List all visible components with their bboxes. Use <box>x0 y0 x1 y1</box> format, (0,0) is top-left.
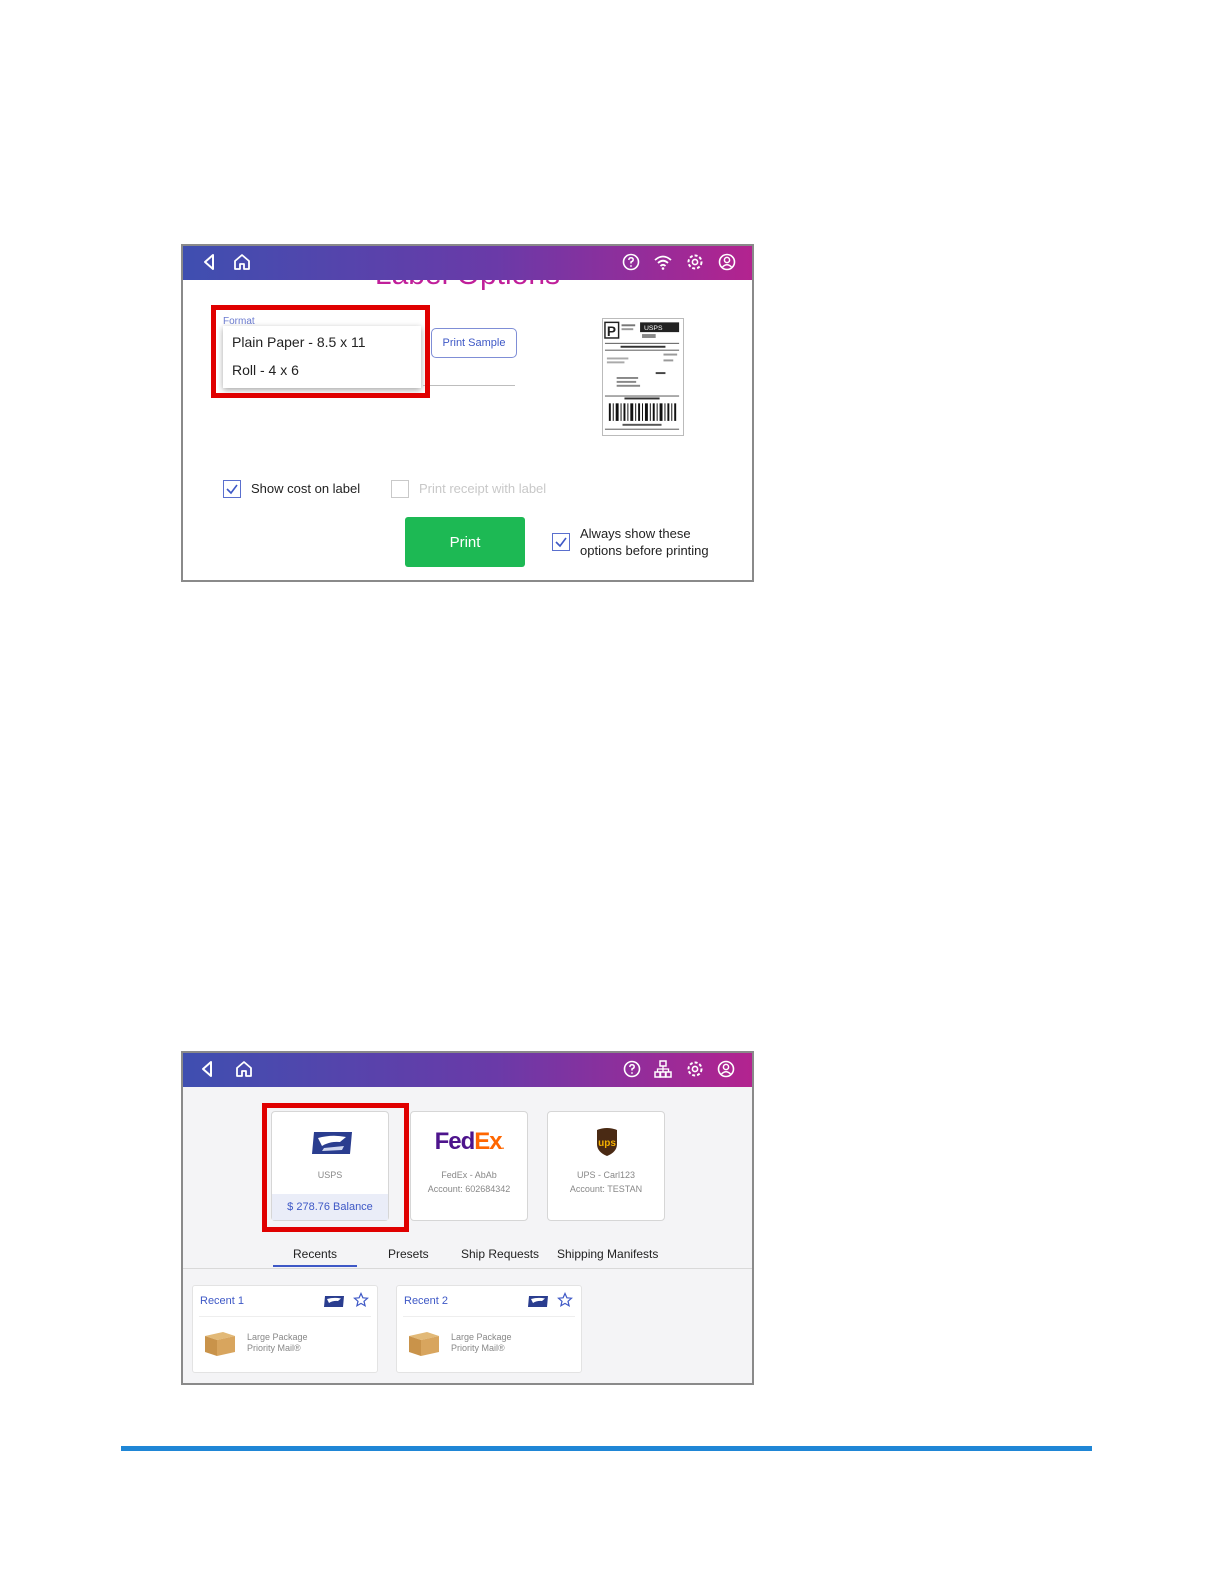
tab-shipping-manifests[interactable]: Shipping Manifests <box>557 1247 658 1261</box>
favorite-star-icon[interactable] <box>557 1292 573 1308</box>
highlight-box-usps <box>262 1103 409 1232</box>
home-icon[interactable] <box>231 251 253 273</box>
back-icon[interactable] <box>199 251 221 273</box>
label-preview-image: P USPS <box>602 318 684 436</box>
tab-ship-requests[interactable]: Ship Requests <box>461 1247 539 1261</box>
recent-title: Recent 1 <box>200 1295 245 1307</box>
carrier-account: Account: TESTAN <box>569 1184 643 1194</box>
carrier-name: UPS - Carl123 <box>576 1170 636 1180</box>
recent-divider <box>403 1316 575 1317</box>
label-options-screenshot: Label Options Format Plain Paper - 8.5 x… <box>181 244 754 582</box>
always-show-label-line1: Always show these <box>580 526 691 541</box>
recent-service: Priority Mail® <box>247 1343 301 1353</box>
wifi-icon[interactable] <box>652 251 674 273</box>
recent-card-2[interactable]: Recent 2 Large Package Priority Mail® <box>396 1285 582 1373</box>
print-sample-button[interactable]: Print Sample <box>431 328 517 358</box>
recent-card-1[interactable]: Recent 1 Large Package Priority Mail® <box>192 1285 378 1373</box>
favorite-star-icon[interactable] <box>353 1292 369 1308</box>
show-cost-label: Show cost on label <box>251 481 361 496</box>
tab-bar: Recents Presets Ship Requests Shipping M… <box>183 1247 752 1267</box>
back-icon[interactable] <box>197 1058 219 1080</box>
format-underline <box>423 385 515 386</box>
tab-recents[interactable]: Recents <box>293 1247 337 1261</box>
account-icon[interactable] <box>716 251 738 273</box>
carrier-card-fedex[interactable]: FedEx. FedEx - AbAb Account: 602684342 <box>410 1111 528 1221</box>
account-icon[interactable] <box>715 1058 737 1080</box>
recent-divider <box>199 1316 371 1317</box>
network-icon[interactable] <box>652 1058 674 1080</box>
carrier-card-ups[interactable]: ups UPS - Carl123 Account: TESTAN <box>547 1111 665 1221</box>
always-show-checkbox[interactable] <box>552 533 570 551</box>
ups-logo: ups <box>595 1126 619 1158</box>
top-nav-bar <box>183 1053 752 1087</box>
settings-icon[interactable] <box>684 251 706 273</box>
carrier-home-screenshot: USPS $ 278.76 Balance FedEx. FedEx - AbA… <box>181 1051 754 1385</box>
home-icon[interactable] <box>233 1058 255 1080</box>
svg-text:ups: ups <box>598 1138 616 1149</box>
carrier-account: Account: 602684342 <box>427 1184 511 1194</box>
active-tab-indicator <box>273 1265 357 1267</box>
recent-title: Recent 2 <box>404 1295 449 1307</box>
package-box-icon <box>407 1330 441 1358</box>
recent-package-type: Large Package <box>247 1332 308 1342</box>
usps-eagle-icon <box>323 1294 345 1309</box>
top-nav-bar <box>183 246 752 280</box>
help-icon[interactable] <box>621 1058 643 1080</box>
settings-icon[interactable] <box>684 1058 706 1080</box>
highlight-box-format <box>211 305 430 398</box>
print-receipt-label: Print receipt with label <box>419 481 547 496</box>
always-show-label-line2: options before printing <box>580 543 709 558</box>
fedex-logo: FedEx. <box>434 1128 505 1155</box>
usps-eagle-icon <box>527 1294 549 1309</box>
print-button[interactable]: Print <box>405 517 525 567</box>
footer-divider <box>121 1446 1092 1451</box>
label-preview-text: USPS <box>644 325 663 332</box>
print-receipt-checkbox[interactable] <box>391 480 409 498</box>
show-cost-checkbox[interactable] <box>223 480 241 498</box>
recent-service: Priority Mail® <box>451 1343 505 1353</box>
carrier-name: FedEx - AbAb <box>441 1170 497 1180</box>
package-box-icon <box>203 1330 237 1358</box>
svg-text:P: P <box>607 324 616 339</box>
tab-presets[interactable]: Presets <box>388 1247 429 1261</box>
tab-divider <box>183 1268 752 1269</box>
help-icon[interactable] <box>620 251 642 273</box>
recent-package-type: Large Package <box>451 1332 512 1342</box>
